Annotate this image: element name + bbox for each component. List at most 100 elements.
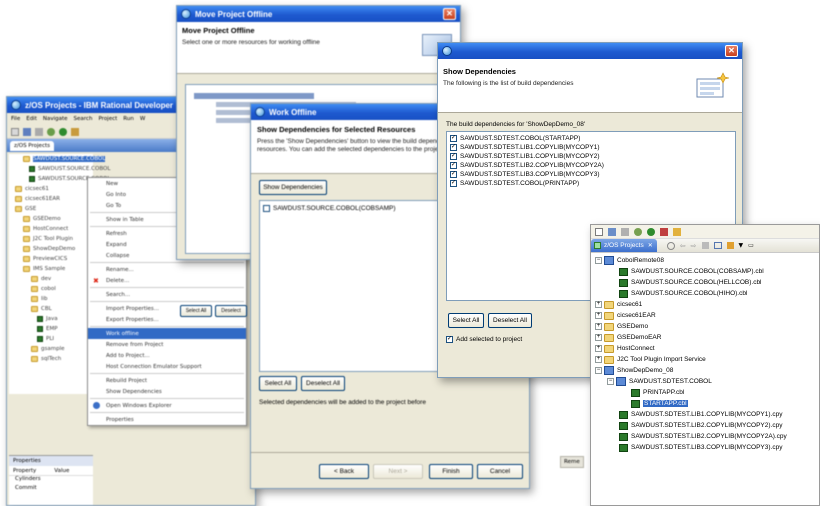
tree-item[interactable]: cicsec61 <box>15 184 93 194</box>
tree-item[interactable]: SAWDUST.SOURCE.COBOL <box>23 154 106 164</box>
view-menu-icon[interactable]: ▼ <box>739 242 744 249</box>
menu-item-rebuild-project[interactable]: Rebuild Project <box>88 375 246 386</box>
zos-projects-tab[interactable]: z/OS Projects ✕ <box>591 239 657 252</box>
menu-item-rename[interactable]: Rename... <box>88 264 246 275</box>
debug-icon[interactable] <box>634 227 642 236</box>
expand-icon[interactable]: + <box>595 334 602 341</box>
new-icon[interactable] <box>11 127 19 136</box>
tree-row-copylib[interactable]: SAWDUST.SDTEST.LIB2.COPYLIB(MYCOPY2).cpy <box>619 420 782 431</box>
dependency-item[interactable]: ✓ SAWDUST.SDTEST.COBOL(PRINTAPP) <box>450 179 732 188</box>
deselect-all-button[interactable]: Deselect All <box>301 376 345 391</box>
menu-item-delete[interactable]: ✖ Delete... <box>88 275 246 286</box>
filter-icon[interactable] <box>726 242 734 249</box>
dependency-item[interactable]: ✓ SAWDUST.SDTEST.LIB3.COPYLIB(MYCOPY3) <box>450 170 732 179</box>
tree-item[interactable]: sqlTech <box>31 354 93 364</box>
tree-item[interactable]: SAWDUST.SOURCE.COBOL <box>29 174 110 184</box>
tree-item[interactable]: CBL <box>31 304 93 314</box>
dependency-checkbox[interactable]: ✓ <box>450 153 457 160</box>
menu-edit[interactable]: Edit <box>26 116 37 122</box>
home-icon[interactable] <box>701 242 709 249</box>
expand-icon[interactable]: + <box>595 356 602 363</box>
tree-item[interactable]: lib <box>31 294 93 304</box>
run-icon[interactable] <box>647 227 655 236</box>
print-icon[interactable] <box>35 127 43 136</box>
tree-row-startapp[interactable]: STARTAPP.cbl <box>631 398 688 409</box>
tree-item[interactable]: PreviewCICS <box>23 254 93 264</box>
run-icon[interactable] <box>59 127 67 136</box>
tree-row-copylib[interactable]: SAWDUST.SDTEST.LIB1.COPYLIB(MYCOPY1).cpy <box>619 409 782 420</box>
menu-navigate[interactable]: Navigate <box>43 116 68 122</box>
menu-item-search[interactable]: Search... <box>88 289 246 300</box>
expand-icon[interactable]: + <box>595 312 602 319</box>
tree-item[interactable]: HostConnect <box>23 224 93 234</box>
tree-row-file[interactable]: SAWDUST.SOURCE.COBOL(HIHO).cbl <box>619 288 747 299</box>
forward-arrow-icon[interactable]: ⇨ <box>691 242 697 250</box>
expand-icon[interactable]: + <box>595 323 602 330</box>
tree-item[interactable]: Java <box>37 314 93 324</box>
print-icon[interactable] <box>621 227 629 236</box>
properties-row[interactable]: Commit <box>9 485 93 494</box>
close-icon[interactable]: ✕ <box>725 45 738 57</box>
collapse-icon[interactable]: − <box>595 367 602 374</box>
menu-run[interactable]: Run <box>123 116 134 122</box>
select-all-button[interactable]: Select All <box>259 376 297 391</box>
collapse-icon[interactable]: − <box>607 378 614 385</box>
tool-icon[interactable] <box>71 127 79 136</box>
menu-item-remove-from-project[interactable]: Remove from Project <box>88 339 246 350</box>
tree-row-copylib[interactable]: SAWDUST.SDTEST.LIB2.COPYLIB(MYCOPY2A).cp… <box>619 431 787 442</box>
tree-row-printapp[interactable]: PRINTAPP.cbl <box>631 387 684 398</box>
bg-deselect-button[interactable]: Deselect <box>215 305 247 317</box>
external-tools-icon[interactable] <box>660 227 668 236</box>
tree-row-gsedemo[interactable]: + GSEDemo <box>595 321 648 332</box>
tree-item[interactable]: GSEDemo <box>23 214 93 224</box>
properties-row[interactable]: Cylinders <box>9 476 93 485</box>
tree-row-j2c[interactable]: + J2C Tool Plugin Import Service <box>595 354 706 365</box>
tree-item[interactable]: SAWDUST.SOURCE.COBOL <box>29 164 110 174</box>
remote-systems-tab[interactable]: Reme <box>560 456 584 468</box>
menu-item-show-dependencies[interactable]: Show Dependencies <box>88 386 246 397</box>
expand-icon[interactable]: + <box>595 301 602 308</box>
dependency-item[interactable]: ✓ SAWDUST.SDTEST.LIB2.COPYLIB(MYCOPY2A) <box>450 161 732 170</box>
save-icon[interactable] <box>608 227 616 236</box>
tree-item[interactable]: dev <box>31 274 93 284</box>
tree-item[interactable]: PLI <box>37 334 93 344</box>
tree-row-hostconnect[interactable]: + HostConnect <box>595 343 655 354</box>
save-icon[interactable] <box>23 127 31 136</box>
move-offline-tree-row[interactable] <box>194 93 314 99</box>
add-to-project-checkbox[interactable]: ✓ <box>446 336 453 343</box>
show-dependencies-button[interactable]: Show Dependencies <box>259 180 327 195</box>
dependency-checkbox[interactable]: ✓ <box>450 135 457 142</box>
menu-search[interactable]: Search <box>74 116 93 122</box>
pin-icon[interactable] <box>673 227 681 236</box>
tree-item[interactable]: ShowDepDemo <box>23 244 93 254</box>
tree-item[interactable]: cicsec61EAR <box>15 194 93 204</box>
link-editor-icon[interactable] <box>666 241 675 250</box>
close-tab-icon[interactable]: ✕ <box>648 242 653 249</box>
dependency-checkbox[interactable]: ✓ <box>450 180 457 187</box>
tree-row-sdtest-cobol[interactable]: − SAWDUST.SDTEST.COBOL <box>607 376 712 387</box>
new-icon[interactable] <box>595 227 603 236</box>
dependency-checkbox[interactable]: ✓ <box>450 162 457 169</box>
dependency-checkbox[interactable]: ✓ <box>450 144 457 151</box>
menu-item-open-explorer[interactable]: Open Windows Explorer <box>88 400 246 411</box>
collapse-all-icon[interactable] <box>713 242 722 249</box>
dependency-item[interactable]: ✓ SAWDUST.SDTEST.LIB1.COPYLIB(MYCOPY2) <box>450 152 732 161</box>
tree-item[interactable]: gsample <box>31 344 93 354</box>
zos-view-tab[interactable]: z/OS Projects <box>10 140 54 151</box>
deps-deselect-all-button[interactable]: Deselect All <box>488 313 532 328</box>
dependency-item[interactable]: ✓ SAWDUST.SDTEST.LIB1.COPYLIB(MYCOPY1) <box>450 143 732 152</box>
expand-icon[interactable]: + <box>595 345 602 352</box>
tree-item[interactable]: cobol <box>31 284 93 294</box>
tree-row-file[interactable]: SAWDUST.SOURCE.COBOL(HELLCOB).cbl <box>619 277 762 288</box>
bg-select-all-button[interactable]: Select All <box>180 305 212 317</box>
cancel-button[interactable]: Cancel <box>477 464 523 479</box>
finish-button[interactable]: Finish <box>429 464 473 479</box>
menu-project[interactable]: Project <box>98 116 117 122</box>
properties-tab[interactable]: Properties <box>9 456 93 466</box>
tree-row-cicsec61ear[interactable]: + cicsec61EAR <box>595 310 656 321</box>
debug-icon[interactable] <box>47 127 55 136</box>
tree-row-gsedemoear[interactable]: + GSEDemoEAR <box>595 332 661 343</box>
back-button[interactable]: < Back <box>319 464 369 479</box>
add-to-project-option[interactable]: ✓ Add selected to project <box>446 335 522 344</box>
tree-row-cobolremote08[interactable]: − CobolRemote08 <box>595 255 664 266</box>
